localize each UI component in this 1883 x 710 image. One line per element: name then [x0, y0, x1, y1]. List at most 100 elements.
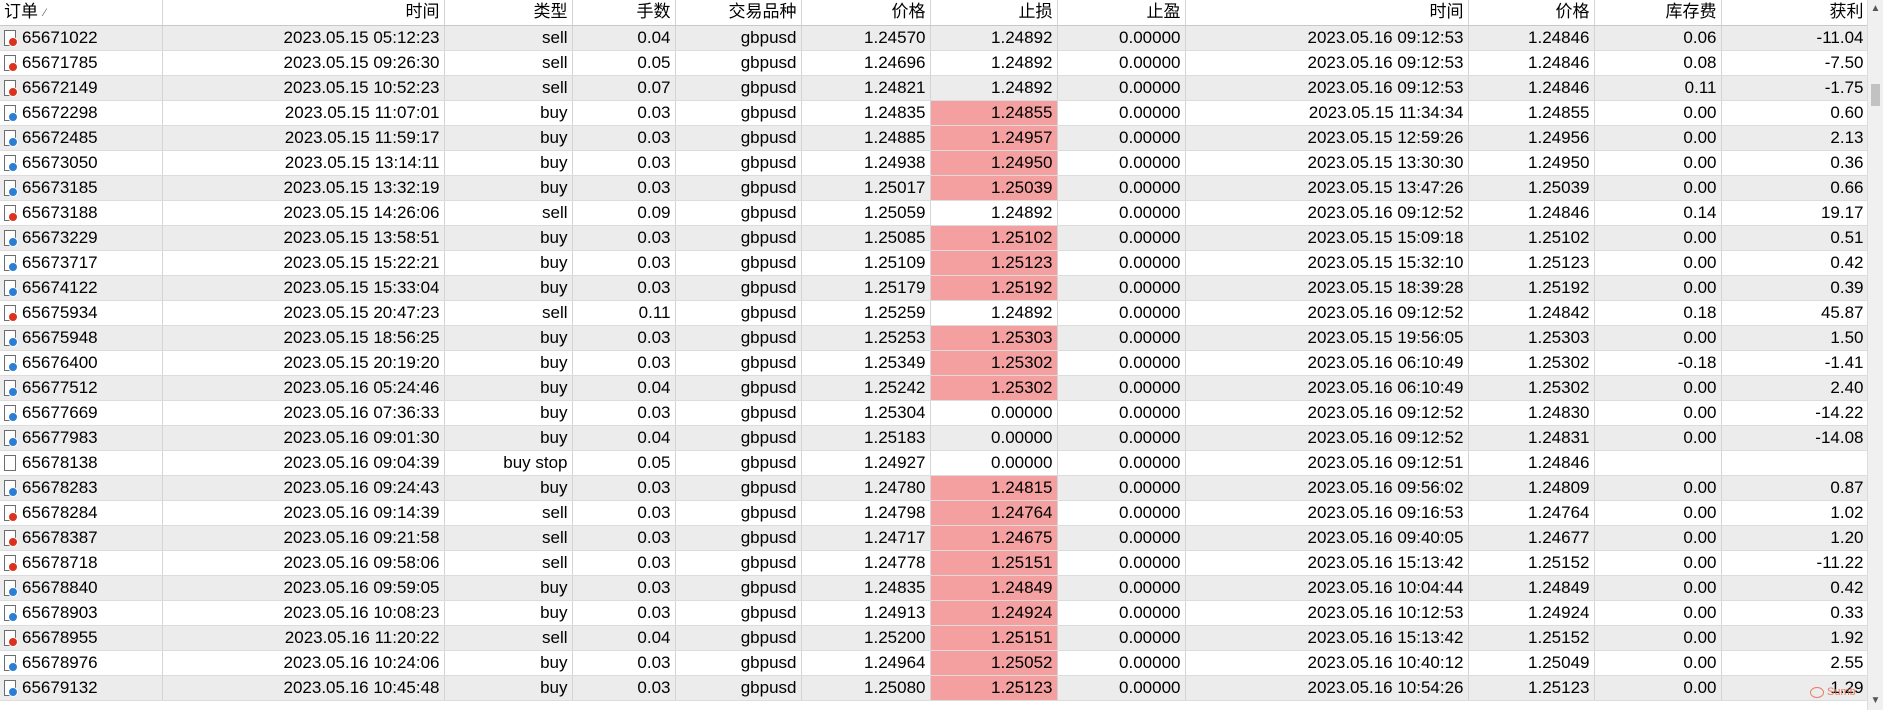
table-row[interactable]: 65678138 2023.05.16 09:04:39 buy stop 0.05 g…: [0, 450, 1868, 476]
cell-price-open: 1.24835: [801, 100, 931, 126]
header-lots[interactable]: 手数: [572, 0, 676, 26]
cell-symbol: gbpusd: [675, 400, 802, 426]
cell-stop-loss: 1.24892: [930, 25, 1058, 51]
table-row[interactable]: 65672298 2023.05.15 11:07:01 buy 0.03 gbpusd…: [0, 100, 1868, 126]
cell-stop-loss: 1.24849: [930, 575, 1058, 601]
table-row[interactable]: 65678387 2023.05.16 09:21:58 sell 0.03 gbpus…: [0, 525, 1868, 551]
cell-stop-loss: 0.00000: [930, 400, 1058, 426]
table-row[interactable]: 65676400 2023.05.15 20:19:20 buy 0.03 gbpusd…: [0, 350, 1868, 376]
header-swap[interactable]: 库存费: [1594, 0, 1722, 26]
table-row[interactable]: 65677669 2023.05.16 07:36:33 buy 0.03 gbpusd…: [0, 400, 1868, 426]
table-row[interactable]: 65672485 2023.05.15 11:59:17 buy 0.03 gbpusd…: [0, 125, 1868, 151]
table-row[interactable]: 65678903 2023.05.16 10:08:23 buy 0.03 gbpusd…: [0, 600, 1868, 626]
cell-swap: 0.00: [1594, 625, 1722, 651]
cell-symbol: gbpusd: [675, 100, 802, 126]
cell-lots: 0.03: [572, 100, 676, 126]
table-row[interactable]: 65674122 2023.05.15 15:33:04 buy 0.03 gbpusd…: [0, 275, 1868, 301]
cell-time-close: 2023.05.15 15:09:18: [1185, 225, 1469, 251]
cell-profit: 45.87: [1721, 300, 1868, 326]
table-row[interactable]: 65675948 2023.05.15 18:56:25 buy 0.03 gbpusd…: [0, 325, 1868, 351]
cell-stop-loss: 1.24892: [930, 200, 1058, 226]
cell-swap: 0.00: [1594, 475, 1722, 501]
cell-lots: 0.03: [572, 400, 676, 426]
table-row[interactable]: 65672149 2023.05.15 10:52:23 sell 0.07 gbpus…: [0, 75, 1868, 101]
header-time-open[interactable]: 时间: [162, 0, 445, 26]
header-time-close[interactable]: 时间: [1185, 0, 1469, 26]
cell-type: sell: [444, 550, 573, 576]
table-row[interactable]: 65673188 2023.05.15 14:26:06 sell 0.09 gbpus…: [0, 200, 1868, 226]
cell-profit: 0.60: [1721, 100, 1868, 126]
cell-price-open: 1.25349: [801, 350, 931, 376]
cell-profit: 0.36: [1721, 150, 1868, 176]
cell-time-open: 2023.05.15 20:47:23: [162, 300, 445, 326]
cell-price-close: 1.25303: [1468, 325, 1595, 351]
buy-order-icon: [3, 279, 18, 297]
cell-price-close: 1.24846: [1468, 450, 1595, 476]
cell-symbol: gbpusd: [675, 675, 802, 701]
cell-price-close: 1.24830: [1468, 400, 1595, 426]
table-row[interactable]: 65678283 2023.05.16 09:24:43 buy 0.03 gbpusd…: [0, 475, 1868, 501]
table-row[interactable]: 65673229 2023.05.15 13:58:51 buy 0.03 gbpusd…: [0, 225, 1868, 251]
cell-symbol: gbpusd: [675, 625, 802, 651]
cell-price-open: 1.25304: [801, 400, 931, 426]
table-row[interactable]: 65678976 2023.05.16 10:24:06 buy 0.03 gbpusd…: [0, 650, 1868, 676]
table-row[interactable]: 65678284 2023.05.16 09:14:39 sell 0.03 gbpus…: [0, 500, 1868, 526]
cell-lots: 0.04: [572, 25, 676, 51]
cell-lots: 0.03: [572, 250, 676, 276]
table-row[interactable]: 65679132 2023.05.16 10:45:48 buy 0.03 gbpusd…: [0, 675, 1868, 701]
cell-stop-loss: 1.24950: [930, 150, 1058, 176]
table-row[interactable]: 65678840 2023.05.16 09:59:05 buy 0.03 gbpusd…: [0, 575, 1868, 601]
scroll-thumb[interactable]: [1871, 84, 1880, 106]
cell-type: sell: [444, 525, 573, 551]
cell-type: sell: [444, 625, 573, 651]
cell-order: 65673717: [0, 250, 163, 276]
cell-swap: 0.00: [1594, 550, 1722, 576]
header-stop-loss[interactable]: 止损: [930, 0, 1058, 26]
cell-price-close: 1.25123: [1468, 675, 1595, 701]
cell-profit: 2.40: [1721, 375, 1868, 401]
table-row[interactable]: 65673717 2023.05.15 15:22:21 buy 0.03 gbpusd…: [0, 250, 1868, 276]
cell-type: buy: [444, 150, 573, 176]
header-profit[interactable]: 获利: [1721, 0, 1868, 26]
header-take-profit[interactable]: 止盈: [1057, 0, 1186, 26]
cell-stop-loss: 1.25302: [930, 375, 1058, 401]
buy-order-icon: [3, 254, 18, 272]
vertical-scrollbar[interactable]: ▲ ▼: [1867, 0, 1883, 710]
table-row[interactable]: 65675934 2023.05.15 20:47:23 sell 0.11 gbpus…: [0, 300, 1868, 326]
cell-price-open: 1.25059: [801, 200, 931, 226]
table-row[interactable]: 65678955 2023.05.16 11:20:22 sell 0.04 gbpus…: [0, 625, 1868, 651]
cell-profit: 0.39: [1721, 275, 1868, 301]
table-row[interactable]: 65671785 2023.05.15 09:26:30 sell 0.05 gbpus…: [0, 50, 1868, 76]
cell-profit: -1.41: [1721, 350, 1868, 376]
header-price-close[interactable]: 价格: [1468, 0, 1595, 26]
table-row[interactable]: 65677983 2023.05.16 09:01:30 buy 0.04 gbpusd…: [0, 425, 1868, 451]
cell-time-close: 2023.05.16 10:40:12: [1185, 650, 1469, 676]
cell-swap: 0.00: [1594, 225, 1722, 251]
table-row[interactable]: 65673050 2023.05.15 13:14:11 buy 0.03 gbpusd…: [0, 150, 1868, 176]
scroll-up-arrow-icon[interactable]: ▲: [1868, 2, 1883, 16]
header-order[interactable]: 订单 ⁄: [0, 0, 163, 26]
cell-profit: -11.04: [1721, 25, 1868, 51]
cell-profit: 0.42: [1721, 575, 1868, 601]
cell-profit: -11.22: [1721, 550, 1868, 576]
cell-swap: [1594, 450, 1722, 476]
cell-price-close: 1.25049: [1468, 650, 1595, 676]
table-row[interactable]: 65671022 2023.05.15 05:12:23 sell 0.04 gbpus…: [0, 25, 1868, 51]
header-type[interactable]: 类型: [444, 0, 573, 26]
header-symbol[interactable]: 交易品种: [675, 0, 802, 26]
scroll-down-arrow-icon[interactable]: ▼: [1868, 694, 1883, 708]
header-price-open[interactable]: 价格: [801, 0, 931, 26]
cell-symbol: gbpusd: [675, 250, 802, 276]
cell-order: 65677669: [0, 400, 163, 426]
table-row[interactable]: 65677512 2023.05.16 05:24:46 buy 0.04 gbpusd…: [0, 375, 1868, 401]
cell-order: 65678284: [0, 500, 163, 526]
table-row[interactable]: 65678718 2023.05.16 09:58:06 sell 0.03 gbpus…: [0, 550, 1868, 576]
table-row[interactable]: 65673185 2023.05.15 13:32:19 buy 0.03 gbpusd…: [0, 175, 1868, 201]
cell-price-close: 1.24842: [1468, 300, 1595, 326]
cell-price-open: 1.25259: [801, 300, 931, 326]
cell-price-open: 1.25242: [801, 375, 931, 401]
cell-type: buy: [444, 650, 573, 676]
cell-price-open: 1.25109: [801, 250, 931, 276]
cell-time-close: 2023.05.15 18:39:28: [1185, 275, 1469, 301]
cell-stop-loss: 1.24675: [930, 525, 1058, 551]
